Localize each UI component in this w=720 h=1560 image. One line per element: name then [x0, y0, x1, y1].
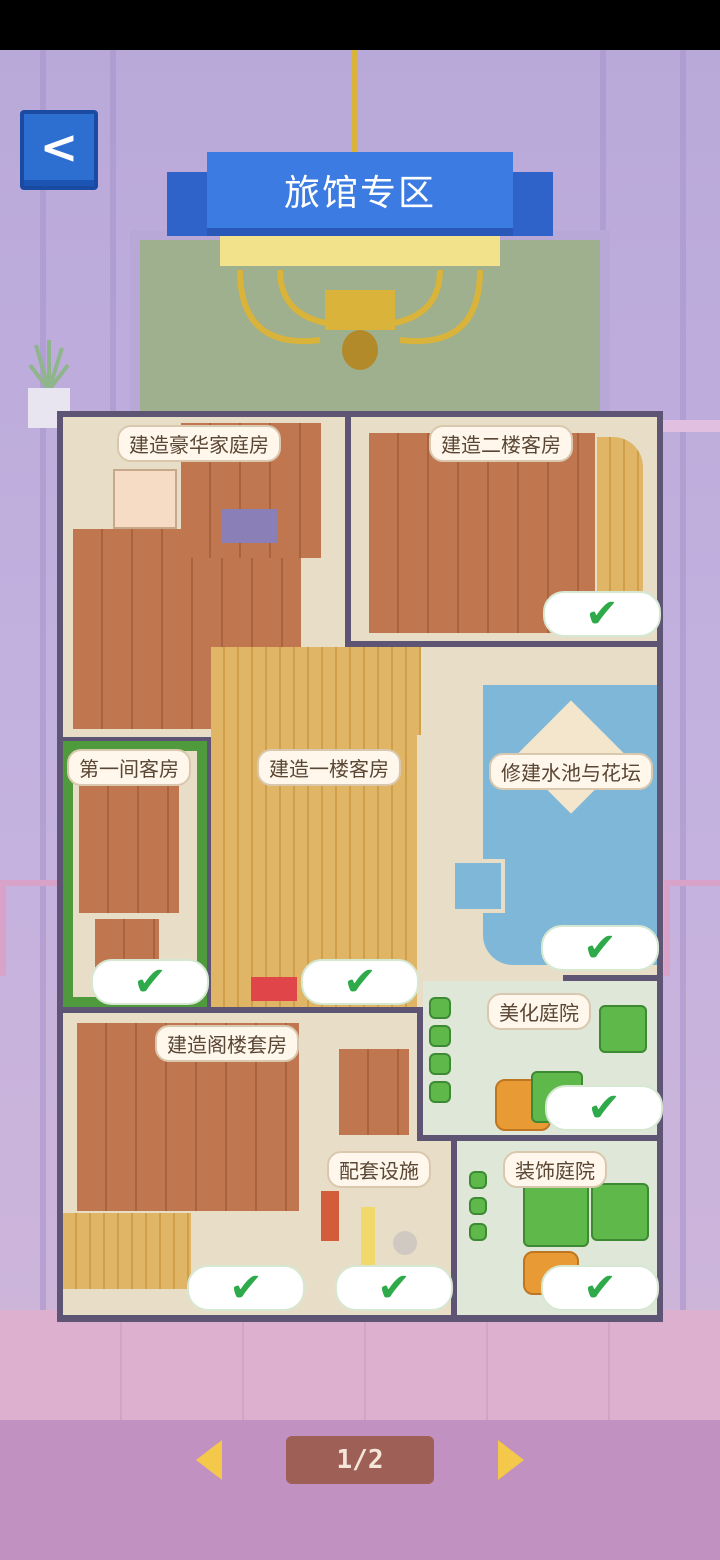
completed-badge: ✔	[543, 591, 661, 637]
check-icon: ✔	[229, 1265, 263, 1311]
completed-badge: ✔	[541, 1265, 659, 1311]
check-icon: ✔	[585, 591, 619, 637]
completed-badge: ✔	[541, 925, 659, 971]
completed-badge: ✔	[301, 959, 419, 1005]
status-bar	[0, 0, 720, 50]
completed-badge: ✔	[91, 959, 209, 1005]
wall-stripe	[40, 50, 46, 1310]
chevron-left-icon: <	[39, 120, 79, 174]
room-label: 修建水池与花坛	[489, 753, 653, 790]
chair	[664, 880, 720, 976]
check-icon: ✔	[583, 925, 617, 971]
floor	[0, 1310, 720, 1420]
next-page-arrow-icon[interactable]	[498, 1440, 524, 1480]
check-icon: ✔	[587, 1085, 621, 1131]
room-label: 配套设施	[327, 1151, 431, 1188]
room-label: 建造阁楼套房	[155, 1025, 299, 1062]
check-icon: ✔	[377, 1265, 411, 1311]
pager: 1/2	[0, 1430, 720, 1490]
back-button[interactable]: <	[20, 110, 98, 190]
room-label: 第一间客房	[67, 749, 191, 786]
chandelier-icon	[220, 230, 500, 370]
room-label: 装饰庭院	[503, 1151, 607, 1188]
page-number: 1/2	[336, 1445, 384, 1475]
room-label: 建造二楼客房	[429, 425, 573, 462]
page-title: 旅馆专区	[283, 173, 436, 214]
prev-page-arrow-icon[interactable]	[196, 1440, 222, 1480]
page-title-banner: 旅馆专区	[207, 152, 513, 236]
wall-shelf	[660, 420, 720, 432]
page-indicator: 1/2	[286, 1436, 434, 1484]
completed-badge: ✔	[187, 1265, 305, 1311]
completed-badge: ✔	[545, 1085, 663, 1131]
room-label: 美化庭院	[487, 993, 591, 1030]
check-icon: ✔	[583, 1265, 617, 1311]
room-label: 建造豪华家庭房	[117, 425, 281, 462]
wall-stripe	[680, 50, 686, 1310]
hotel-floor-plan: 建造豪华家庭房 ✔ 建造二楼客房 ✔ 第一间客房 ✔ 建造一楼客房 ✔ 修建水池…	[57, 411, 663, 1322]
check-icon: ✔	[343, 959, 377, 1005]
room-label: 建造一楼客房	[257, 749, 401, 786]
completed-badge: ✔	[335, 1265, 453, 1311]
check-icon: ✔	[133, 959, 167, 1005]
